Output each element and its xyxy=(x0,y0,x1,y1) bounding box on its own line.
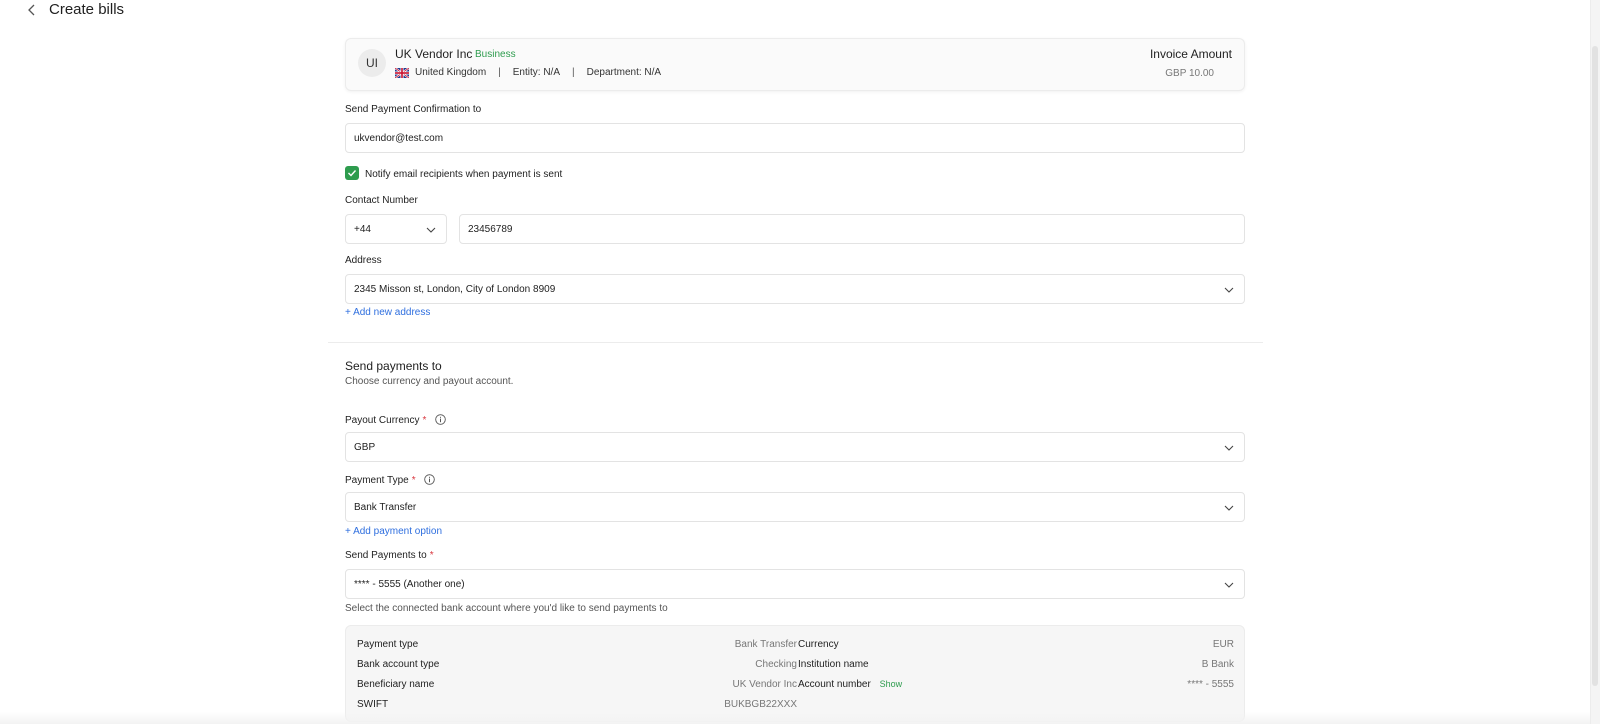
required-mark: * xyxy=(429,550,434,561)
confirmation-email-value: ukvendor@test.com xyxy=(354,132,444,144)
payout-currency-label: Payout Currency * xyxy=(345,414,446,426)
vendor-avatar: UI xyxy=(358,49,386,77)
country-code-value: +44 xyxy=(354,223,371,235)
required-mark: * xyxy=(411,475,416,486)
send-payments-to-label: Send Payments to * xyxy=(345,550,434,561)
address-label: Address xyxy=(345,255,382,266)
detail-label: Institution name xyxy=(798,659,869,670)
detail-label: Currency xyxy=(798,639,839,650)
detail-row: SWIFT BUKBGB22XXX xyxy=(357,699,797,710)
page-title: Create bills xyxy=(49,1,125,18)
vendor-entity: Entity: N/A xyxy=(512,67,561,78)
detail-value: Checking xyxy=(755,659,797,670)
detail-value: EUR xyxy=(1212,639,1234,650)
add-new-address-link[interactable]: + Add new address xyxy=(345,307,430,318)
payout-currency-value: GBP xyxy=(354,441,376,453)
confirmation-email-label: Send Payment Confirmation to xyxy=(345,104,482,115)
detail-label: Bank account type xyxy=(357,659,440,670)
contact-number-label: Contact Number xyxy=(345,195,418,206)
phone-number-input[interactable]: 23456789 xyxy=(459,214,1245,244)
required-mark: * xyxy=(422,415,427,426)
detail-row: Bank account type Checking xyxy=(357,659,797,670)
scrollbar-thumb[interactable] xyxy=(1592,46,1598,686)
phone-number-value: 23456789 xyxy=(468,223,513,235)
invoice-amount-value: GBP 10.00 xyxy=(1165,68,1214,79)
meta-separator: | xyxy=(498,67,501,78)
address-value: 2345 Misson st, London, City of London 8… xyxy=(354,283,556,295)
chevron-down-icon xyxy=(1224,287,1234,293)
payment-type-value: Bank Transfer xyxy=(354,501,417,513)
send-payments-helper-text: Select the connected bank account where … xyxy=(345,603,668,614)
country-code-select[interactable]: +44 xyxy=(345,214,447,244)
chevron-down-icon xyxy=(1224,445,1234,451)
detail-value: UK Vendor Inc xyxy=(732,679,797,690)
detail-label: Account number xyxy=(798,679,871,690)
section-divider xyxy=(328,342,1263,343)
chevron-down-icon xyxy=(426,227,436,233)
bottom-edge xyxy=(0,712,1590,724)
address-select[interactable]: 2345 Misson st, London, City of London 8… xyxy=(345,274,1245,304)
send-payments-to-select[interactable]: **** - 5555 (Another one) xyxy=(345,569,1245,599)
detail-value: BUKBGB22XXX xyxy=(724,699,797,710)
scrollbar[interactable] xyxy=(1590,0,1600,724)
invoice-amount-label: Invoice Amount xyxy=(1149,47,1232,61)
chevron-down-icon xyxy=(1224,505,1234,511)
info-icon[interactable] xyxy=(435,414,446,425)
show-account-number-button[interactable]: Show xyxy=(880,679,903,689)
back-arrow-icon[interactable] xyxy=(24,2,40,18)
uk-flag-icon xyxy=(395,67,409,78)
add-payment-option-link[interactable]: + Add payment option xyxy=(345,526,442,537)
detail-label: SWIFT xyxy=(357,699,389,710)
meta-separator: | xyxy=(572,67,575,78)
info-icon[interactable] xyxy=(424,474,436,485)
vendor-name: UK Vendor Inc xyxy=(395,47,473,61)
notify-checkbox[interactable] xyxy=(345,166,359,180)
send-payments-to-value: **** - 5555 (Another one) xyxy=(354,578,465,590)
payment-type-select[interactable]: Bank Transfer xyxy=(345,492,1245,522)
detail-row: Currency EUR xyxy=(798,639,1234,650)
checkmark-icon xyxy=(348,170,357,177)
detail-value: **** - 5555 xyxy=(1187,679,1234,690)
detail-row: Institution name B Bank xyxy=(798,659,1234,670)
account-details-panel: Payment type Bank Transfer Bank account … xyxy=(345,625,1245,722)
detail-label: Beneficiary name xyxy=(357,679,435,690)
detail-value: Bank Transfer xyxy=(734,639,797,650)
payout-currency-select[interactable]: GBP xyxy=(345,432,1245,462)
vendor-meta: United Kingdom | Entity: N/A | Departmen… xyxy=(395,67,661,78)
vendor-type-badge: Business xyxy=(475,49,516,60)
chevron-down-icon xyxy=(1224,582,1234,588)
vendor-country: United Kingdom xyxy=(415,67,487,78)
detail-row: Payment type Bank Transfer xyxy=(357,639,797,650)
detail-value: B Bank xyxy=(1201,659,1234,670)
send-payments-title: Send payments to xyxy=(345,359,442,373)
vendor-card: UI UK Vendor Inc Business United Kingdom… xyxy=(345,38,1245,91)
detail-label: Payment type xyxy=(357,639,419,650)
top-bar: Create bills xyxy=(0,0,1600,22)
vendor-department: Department: N/A xyxy=(586,67,662,78)
confirmation-email-input[interactable]: ukvendor@test.com xyxy=(345,123,1245,153)
detail-row: Beneficiary name UK Vendor Inc xyxy=(357,679,797,690)
detail-row: Account number Show **** - 5555 xyxy=(798,679,1234,690)
send-payments-subtitle: Choose currency and payout account. xyxy=(345,376,514,387)
payment-type-label: Payment Type * xyxy=(345,474,436,486)
notify-checkbox-label: Notify email recipients when payment is … xyxy=(365,169,563,180)
